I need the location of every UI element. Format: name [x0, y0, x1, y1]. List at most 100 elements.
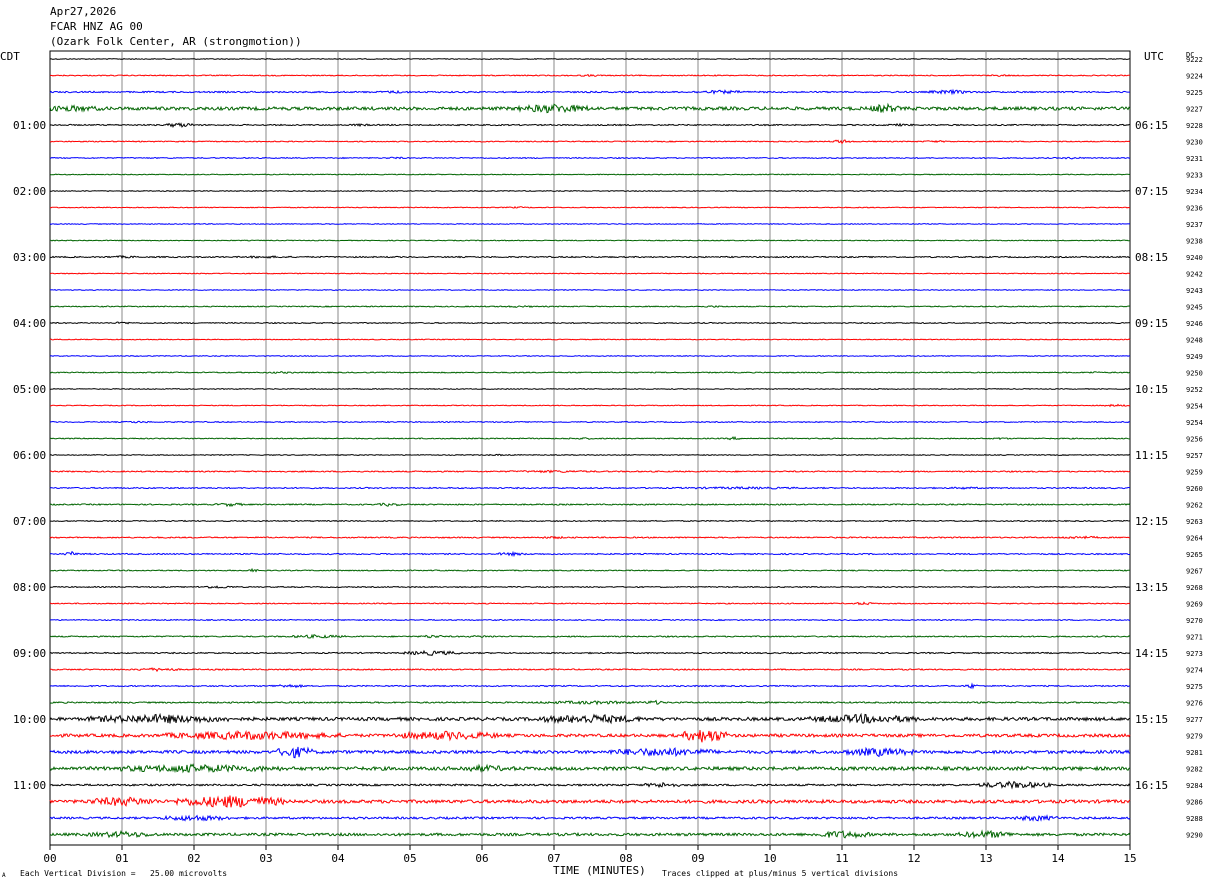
dc-offset-label: 9274 [1186, 667, 1203, 675]
seismic-trace [49, 486, 1131, 490]
utc-hour-label: 11:15 [1135, 449, 1168, 462]
seismic-trace [49, 57, 1131, 61]
x-tick-label: 14 [1051, 852, 1065, 865]
dc-offset-label: 9276 [1186, 700, 1203, 708]
x-tick-label: 04 [331, 852, 345, 865]
cdt-hour-label: 02:00 [13, 185, 46, 198]
dc-offset-label: 9254 [1186, 419, 1203, 427]
x-tick-label: 00 [43, 852, 56, 865]
dc-offset-label: 9252 [1186, 386, 1203, 394]
seismic-trace [49, 189, 1130, 193]
seismic-trace [49, 682, 1131, 690]
helicorder-plot: CDT UTC DC TIME (MINUTES) Each Vertical … [0, 50, 1203, 879]
seismic-trace [49, 338, 1131, 341]
dc-offset-label: 9250 [1186, 370, 1203, 378]
seismic-trace [49, 667, 1131, 673]
seismic-trace [49, 387, 1131, 391]
utc-hour-label: 07:15 [1135, 185, 1168, 198]
seismic-trace [49, 746, 1131, 759]
seismic-trace [49, 633, 1131, 640]
dc-offset-label: 9228 [1186, 122, 1203, 130]
utc-hour-label: 12:15 [1135, 515, 1168, 528]
seismic-trace [49, 780, 1131, 790]
dc-offset-label: 9256 [1186, 436, 1203, 444]
x-tick-label: 03 [259, 852, 272, 865]
x-tick-label: 09 [691, 852, 704, 865]
seismic-trace [49, 829, 1131, 840]
dc-offset-label: 9230 [1186, 139, 1203, 147]
seismic-trace [49, 156, 1131, 160]
seismic-trace [49, 469, 1131, 474]
seismic-trace [49, 550, 1130, 558]
seismic-trace [50, 519, 1131, 523]
cdt-hour-label: 04:00 [13, 317, 46, 330]
scale-note: Each Vertical Division = 25.00 microvolt… [20, 869, 227, 878]
cdt-hour-label: 03:00 [13, 251, 46, 264]
dc-offset-label: 9270 [1186, 617, 1203, 625]
dc-offset-label: 9245 [1186, 304, 1203, 312]
plot-frame [49, 50, 1131, 846]
x-tick-label: 10 [763, 852, 776, 865]
seismic-trace [49, 712, 1131, 725]
dc-offset-label: 9257 [1186, 452, 1203, 460]
seismic-trace [49, 371, 1131, 374]
cdt-hour-label: 09:00 [13, 647, 46, 660]
dc-offset-label: 9222 [1186, 56, 1203, 64]
dc-offset-label: 9225 [1186, 89, 1203, 97]
seismic-trace [49, 173, 1131, 176]
corner-mark: A [2, 872, 6, 879]
cdt-hour-label: 08:00 [13, 581, 46, 594]
seismic-trace [50, 254, 1131, 260]
seismic-trace [49, 239, 1131, 242]
x-tick-label: 12 [907, 852, 920, 865]
dc-offset-label: 9275 [1186, 683, 1203, 691]
seismic-trace [49, 222, 1131, 226]
dc-offset-label: 9233 [1186, 172, 1203, 180]
seismic-trace [49, 122, 1131, 129]
clip-note: Traces clipped at plus/minus 5 vertical … [662, 869, 898, 878]
seismic-trace [49, 305, 1131, 308]
dc-offset-label: 9240 [1186, 254, 1203, 262]
dc-offset-label: 9224 [1186, 73, 1203, 81]
dc-offset-label: 9277 [1186, 716, 1203, 724]
utc-hour-label: 14:15 [1135, 647, 1168, 660]
right-timezone-label: UTC [1144, 50, 1164, 63]
dc-offset-label: 9268 [1186, 584, 1203, 592]
seismic-trace [49, 420, 1131, 424]
dc-offset-label: 9242 [1186, 271, 1203, 279]
cdt-hour-label: 05:00 [13, 383, 46, 396]
utc-hour-label: 09:15 [1135, 317, 1168, 330]
dc-offset-label: 9249 [1186, 353, 1203, 361]
utc-hour-label: 16:15 [1135, 779, 1168, 792]
dc-offset-label: 9231 [1186, 155, 1203, 163]
dc-offset-label: 9284 [1186, 782, 1203, 790]
dc-offset-label: 9290 [1186, 832, 1203, 840]
seismic-trace [49, 288, 1131, 292]
x-tick-label: 07 [547, 852, 560, 865]
x-tick-label: 11 [835, 852, 848, 865]
x-tick-label: 05 [403, 852, 416, 865]
x-tick-label: 13 [979, 852, 992, 865]
seismic-trace [49, 699, 1131, 706]
utc-hour-label: 13:15 [1135, 581, 1168, 594]
dc-offset-label: 9264 [1186, 535, 1203, 543]
left-timezone-label: CDT [0, 50, 20, 63]
dc-offset-label: 9237 [1186, 221, 1203, 229]
dc-offset-label: 9254 [1186, 403, 1203, 411]
seismic-trace [49, 535, 1130, 540]
dc-offset-label: 9243 [1186, 287, 1203, 295]
dc-offset-label: 9234 [1186, 188, 1203, 196]
seismic-trace [49, 763, 1131, 774]
x-tick-label: 01 [115, 852, 128, 865]
seismic-trace [49, 321, 1131, 325]
dc-offset-label: 9279 [1186, 733, 1203, 741]
seismic-trace [49, 73, 1131, 77]
seismic-trace [49, 814, 1131, 822]
seismic-trace [49, 272, 1131, 275]
dc-offset-label: 9265 [1186, 551, 1203, 559]
dc-offset-label: 9273 [1186, 650, 1203, 658]
utc-hour-label: 06:15 [1135, 119, 1168, 132]
dc-offset-label: 9248 [1186, 337, 1203, 345]
seismic-trace [50, 585, 1131, 589]
dc-offset-label: 9281 [1186, 749, 1203, 757]
